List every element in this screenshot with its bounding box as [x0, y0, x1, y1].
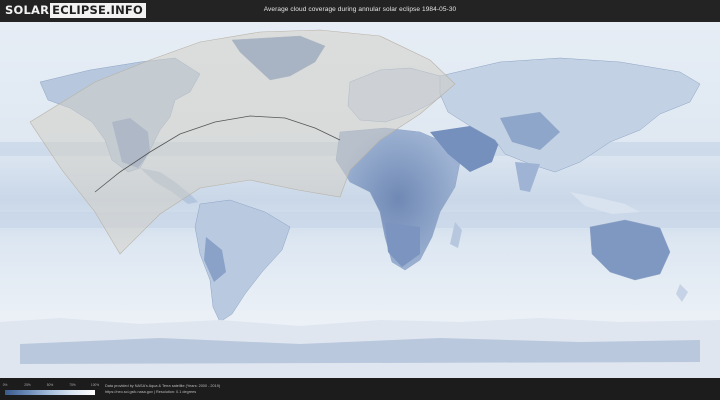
- legend-tick-100: 100%: [90, 383, 100, 387]
- credit-line-1: Data provided by NASA's Aqua & Terra sat…: [105, 384, 221, 388]
- credit-line-2[interactable]: https://neo.sci.gsfc.nasa.gov | Resoluti…: [105, 390, 220, 396]
- header-bar: SOLAR ECLIPSE.INFO Average cloud coverage…: [0, 0, 720, 22]
- legend-ticks: 0% 25% 50% 75% 100%: [2, 383, 99, 389]
- legend-tick-0: 0%: [2, 383, 8, 387]
- antarctica-interior: [20, 338, 700, 364]
- legend-tick-50: 50%: [46, 383, 54, 387]
- legend-tick-25: 25%: [24, 383, 31, 387]
- cloud-coverage-legend-bar: [5, 390, 95, 395]
- cloud-coverage-map: [0, 22, 720, 378]
- data-credit: Data provided by NASA's Aqua & Terra sat…: [105, 384, 220, 396]
- legend-tick-75: 75%: [69, 383, 76, 387]
- page-title: Average cloud coverage during annular so…: [263, 6, 457, 13]
- footer-bar: 0% 25% 50% 75% 100% Data provided by NAS…: [0, 378, 720, 400]
